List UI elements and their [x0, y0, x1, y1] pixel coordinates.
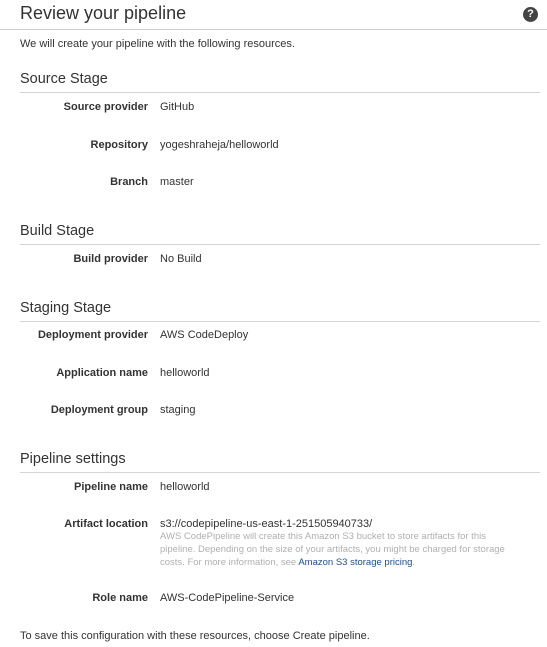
build-provider-label: Build provider [73, 253, 148, 265]
application-name-label: Application name [56, 367, 148, 379]
deployment-provider-label: Deployment provider [37, 329, 148, 341]
page-title: Review your pipeline [20, 3, 187, 23]
repository-value: yogeshraheja/helloworld [160, 139, 279, 151]
s3-storage-pricing-link[interactable]: Amazon S3 storage pricing [298, 557, 412, 568]
source-provider-value: GitHub [160, 101, 195, 113]
repository-label: Repository [90, 139, 148, 151]
artifact-help-end: . [412, 557, 416, 568]
build-provider-value: No Build [160, 253, 202, 265]
application-name-value: helloworld [160, 367, 210, 379]
pipeline-name-label: Pipeline name [74, 481, 148, 493]
source-provider-label: Source provider [63, 101, 148, 113]
section-divider [20, 92, 540, 93]
footer-note: To save this configuration with these re… [20, 630, 370, 642]
section-divider [20, 244, 540, 245]
page-header: Review your pipeline ? [0, 0, 547, 30]
branch-label: Branch [110, 176, 148, 188]
artifact-location-help: AWS CodePipeline will create this Amazon… [160, 530, 520, 569]
question-circle-icon[interactable]: ? [523, 7, 538, 22]
section-divider [20, 472, 540, 473]
deployment-provider-value: AWS CodeDeploy [160, 329, 249, 341]
intro-text: We will create your pipeline with the fo… [20, 38, 295, 50]
artifact-location-value: s3://codepipeline-us-east-1-251505940733… [160, 518, 373, 530]
section-divider [20, 321, 540, 322]
branch-value: master [160, 176, 194, 188]
source-stage-title: Source Stage [20, 71, 108, 87]
role-name-value: AWS-CodePipeline-Service [160, 592, 295, 604]
deployment-group-label: Deployment group [50, 404, 148, 416]
staging-stage-title: Staging Stage [20, 300, 112, 316]
build-stage-title: Build Stage [20, 223, 95, 239]
pipeline-name-value: helloworld [160, 481, 210, 493]
deployment-group-value: staging [160, 404, 196, 416]
artifact-location-label: Artifact location [64, 518, 148, 530]
role-name-label: Role name [92, 592, 148, 604]
pipeline-settings-title: Pipeline settings [20, 451, 126, 467]
